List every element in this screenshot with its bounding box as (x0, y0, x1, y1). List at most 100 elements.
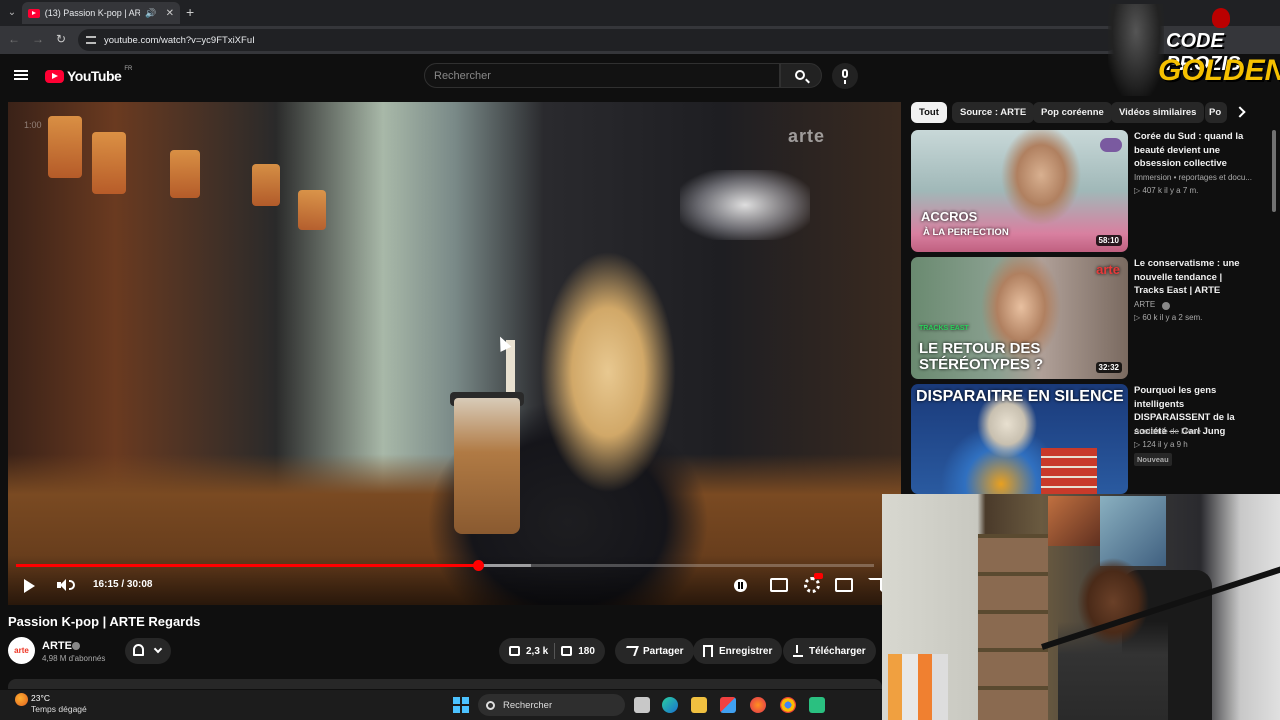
video-thumbnail[interactable]: TRACKS EAST LE RETOUR DES STÉRÉOTYPES ? … (911, 257, 1128, 379)
played-bar (16, 564, 479, 567)
store-icon[interactable] (720, 697, 736, 713)
tab-search-icon[interactable]: ⌄ (4, 5, 20, 21)
browser-tab[interactable]: (13) Passion K-pop | ARTE R 🔊 ✕ (22, 2, 180, 24)
crest-icon (1212, 8, 1230, 28)
search-placeholder: Rechercher (434, 69, 491, 82)
video-player[interactable]: arte 1:00 16:15 / 30:08 (8, 102, 901, 605)
chevron-right-icon[interactable] (1234, 106, 1246, 118)
logo-line2: GOLDENG (1158, 54, 1280, 87)
thumb-overlay-line2: À LA PERFECTION (923, 227, 1009, 238)
drink-straw (506, 340, 515, 400)
windows-taskbar: 23°C Temps dégagé Rechercher (0, 690, 882, 720)
weather-description[interactable]: Temps dégagé (31, 704, 87, 714)
video-thumbnail[interactable]: ACCROS À LA PERFECTION 58:10 (911, 130, 1128, 252)
video-duration: 58:10 (1095, 235, 1122, 246)
bookmark-icon (703, 645, 713, 657)
recommendation-item[interactable]: ACCROS À LA PERFECTION 58:10 Corée du Su… (911, 130, 1271, 252)
speaker-icon[interactable]: 🔊 (145, 8, 156, 19)
menu-icon[interactable] (14, 70, 28, 80)
save-button[interactable]: Enregistrer (693, 638, 783, 664)
bubble-tea-cup (454, 398, 520, 534)
download-icon (793, 645, 803, 657)
browser-toolbar: ← → ↻ youtube.com/watch?v=yc9FTxiXFuI (0, 26, 1280, 54)
chip-similar-videos[interactable]: Vidéos similaires (1111, 102, 1205, 123)
notification-bell-button[interactable] (125, 638, 171, 664)
youtube-header: YouTube FR Rechercher (0, 54, 1280, 96)
share-button[interactable]: Partager (615, 638, 694, 664)
description-box[interactable] (8, 679, 882, 689)
thumbs-down-icon[interactable] (561, 646, 573, 656)
chip-truncated[interactable]: Po (1205, 102, 1227, 123)
close-tab-icon[interactable]: ✕ (166, 8, 174, 19)
thumb-overlay-brand: arte (1096, 262, 1120, 277)
firefox-icon[interactable] (750, 697, 766, 713)
address-bar[interactable]: youtube.com/watch?v=yc9FTxiXFuI (78, 29, 1118, 51)
taskbar-search[interactable]: Rechercher (478, 694, 625, 716)
recommendation-title[interactable]: Corée du Sud : quand la beauté devient u… (1134, 130, 1254, 171)
verified-icon (1162, 302, 1170, 310)
dislike-count[interactable]: 180 (578, 646, 595, 657)
search-input[interactable]: Rechercher (424, 63, 780, 88)
url-text: youtube.com/watch?v=yc9FTxiXFuI (104, 34, 255, 46)
chip-all[interactable]: Tout (911, 102, 947, 123)
sidebar-scrollbar[interactable] (1272, 130, 1276, 212)
new-tab-icon[interactable]: + (186, 4, 194, 20)
youtube-logo[interactable]: YouTube FR (45, 66, 132, 84)
autoplay-toggle-icon[interactable] (734, 579, 747, 592)
recommendation-title[interactable]: Le conservatisme : une nouvelle tendance… (1134, 257, 1254, 298)
site-info-icon[interactable] (86, 36, 96, 44)
youtube-play-logo-icon (45, 69, 64, 83)
recommendation-channel[interactable]: Anatomie de l'Ame (1134, 427, 1201, 436)
hd-badge-icon (814, 573, 823, 579)
channel-name[interactable]: ARTE (42, 640, 72, 652)
reload-icon[interactable]: ↻ (56, 32, 66, 46)
thumb-overlay-line1: LE RETOUR DES (919, 340, 1041, 357)
recommendation-item[interactable]: TRACKS EAST LE RETOUR DES STÉRÉOTYPES ? … (911, 257, 1271, 379)
weather-sun-icon[interactable] (15, 693, 28, 706)
weather-temperature[interactable]: 23°C (31, 693, 50, 703)
download-label: Télécharger (809, 645, 866, 657)
bell-icon (133, 644, 144, 656)
forward-icon[interactable]: → (32, 32, 44, 46)
file-explorer-icon[interactable] (691, 697, 707, 713)
lantern-decor (170, 150, 200, 198)
fullscreen-icon[interactable] (868, 578, 882, 592)
channel-avatar[interactable]: arte (8, 637, 35, 664)
chip-source-arte[interactable]: Source : ARTE (952, 102, 1035, 123)
download-button[interactable]: Télécharger (783, 638, 876, 664)
thumbs-up-icon[interactable] (509, 646, 520, 656)
search-icon (795, 70, 805, 80)
app-icon[interactable] (809, 697, 825, 713)
subtitles-icon[interactable] (770, 578, 788, 592)
search-button[interactable] (780, 63, 822, 88)
video-thumbnail[interactable]: DISPARAITRE EN SILENCE (911, 384, 1128, 494)
like-count[interactable]: 2,3 k (526, 646, 548, 657)
settings-gear-icon[interactable] (804, 577, 820, 593)
thumb-overlay-line1: DISPARAITRE EN SILENCE (916, 388, 1124, 405)
desk-bottles (888, 654, 948, 720)
back-icon[interactable]: ← (8, 32, 20, 46)
browser-tab-strip: ⌄ (13) Passion K-pop | ARTE R 🔊 ✕ + (0, 0, 1280, 26)
thumb-overlay-line1: ACCROS (921, 209, 978, 224)
chip-kpop[interactable]: Pop coréenne (1033, 102, 1112, 123)
task-view-icon[interactable] (634, 697, 650, 713)
microphone-icon (842, 69, 848, 84)
recommendation-channel[interactable]: ARTE (1134, 300, 1155, 309)
new-badge: Nouveau (1134, 453, 1172, 466)
webcam-feed (882, 494, 1280, 720)
edge-icon[interactable] (662, 697, 678, 713)
lantern-decor (48, 116, 82, 178)
recommendation-channel[interactable]: Immersion • reportages et docu... (1134, 173, 1252, 182)
play-icon[interactable] (24, 579, 35, 593)
voice-search-button[interactable] (832, 63, 858, 89)
logo-text: YouTube (67, 68, 122, 84)
streamer-logo: CODE PROZIS GOLDENG (1108, 0, 1280, 100)
lantern-decor (298, 190, 326, 230)
windows-start-icon[interactable] (453, 697, 469, 713)
theater-mode-icon[interactable] (835, 578, 853, 592)
thumb-overlay-tag: TRACKS EAST (919, 325, 969, 332)
progress-bar[interactable] (16, 560, 874, 571)
chrome-icon[interactable] (780, 697, 796, 713)
lantern-decor (252, 164, 280, 206)
recommendation-item[interactable]: DISPARAITRE EN SILENCE Pourquoi les gens… (911, 384, 1271, 506)
